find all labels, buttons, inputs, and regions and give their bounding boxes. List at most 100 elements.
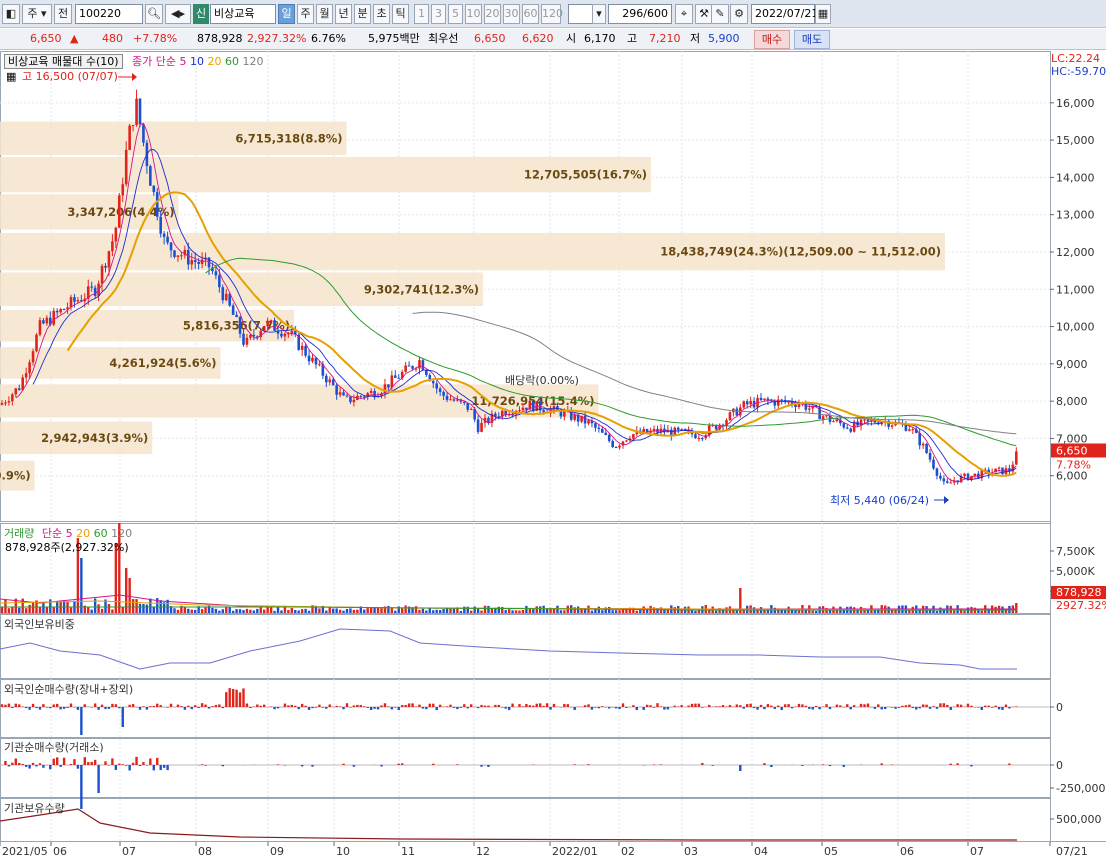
candle-body [763, 399, 766, 400]
foreign-net-bar [398, 707, 400, 710]
interval-button-10[interactable]: 10 [465, 4, 482, 24]
candle-body [118, 195, 121, 227]
volume-bar [601, 610, 603, 613]
trade-amount: 5,975백만 [368, 29, 420, 49]
settings-gear-icon[interactable]: ⚙ [730, 4, 748, 24]
interval-button-5[interactable]: 5 [448, 4, 463, 24]
foreign-net-bar [118, 707, 120, 708]
volume-bar [218, 611, 220, 613]
candle-body [598, 428, 601, 429]
foreign-net-bar [56, 704, 58, 707]
foreign-net-bar [484, 706, 486, 707]
foreign-net-bar [760, 705, 762, 707]
volume-bar [91, 610, 93, 613]
inst-net-bar [118, 764, 120, 765]
prev-next-stock-icon[interactable]: ◀▸ [165, 4, 191, 24]
volume-bar [618, 610, 620, 613]
volume-bar [122, 608, 124, 613]
inst-net-bar [84, 757, 86, 765]
date-field[interactable]: 2022/07/21 [751, 4, 815, 24]
period-tab-5[interactable]: 초 [373, 4, 390, 24]
inst-net-bar [163, 765, 165, 768]
foreign-net-bar [660, 706, 662, 707]
quote-bar: 6,650 ▲ 480 +7.78% 878,928 2,927.32% 6.7… [0, 29, 1106, 50]
buy-button[interactable]: 매수 [754, 30, 790, 49]
crosshair-icon[interactable]: ⌖ [675, 4, 693, 24]
foreign-net-bar [825, 704, 827, 707]
volume-bar [25, 608, 27, 613]
volume-bar [301, 609, 303, 613]
foreign-net-bar [532, 706, 534, 707]
volume-bar [87, 607, 89, 613]
search-icon[interactable]: 🔍︎ [145, 4, 163, 24]
period-tab-0[interactable]: 일 [278, 4, 295, 24]
volume-bar [377, 608, 379, 613]
inst-net-bar [204, 765, 206, 766]
volume-bar [963, 611, 965, 613]
foreign-net-bar [553, 704, 555, 707]
foreign-net-bar [187, 706, 189, 707]
candle-body [28, 362, 31, 373]
candle-body [222, 287, 225, 300]
foreign-net-bar [42, 704, 44, 707]
interval-button-1[interactable]: 1 [414, 4, 429, 24]
interval-button-30[interactable]: 30 [503, 4, 520, 24]
market-type-select[interactable]: 주 ▾ [22, 4, 52, 24]
inst-net-bar [284, 765, 286, 766]
volume-bar [128, 578, 130, 613]
foreign-net-bar [691, 704, 693, 707]
foreign-net-bar [63, 707, 65, 709]
foreign-net-bar [146, 707, 148, 710]
foreign-net-bar [470, 704, 472, 707]
candle-body [291, 331, 294, 333]
period-tab-3[interactable]: 년 [335, 4, 352, 24]
foreign-net-bar [460, 707, 462, 708]
candle-body [108, 251, 111, 267]
foreign-net-bar [770, 706, 772, 707]
foreign-net-bar [70, 704, 72, 707]
foreign-net-bar [446, 706, 448, 707]
interval-button-120[interactable]: 120 [541, 4, 561, 24]
foreign-net-bar [294, 706, 296, 707]
volume-bar [525, 606, 527, 613]
volume-bar [298, 611, 300, 613]
inst-net-bar [125, 765, 127, 766]
interval-button-3[interactable]: 3 [431, 4, 446, 24]
volume-profile-label-3: 18,438,749(24.3%)(12,509.00 ~ 11,512.00) [660, 245, 941, 259]
interval-button-60[interactable]: 60 [522, 4, 539, 24]
inst-net-panel-title: 기관순매수량(거래소) [4, 739, 104, 755]
inst-net-bar [712, 765, 714, 766]
inst-net-bar [49, 765, 51, 769]
chevron-down-icon[interactable]: ▾ [592, 4, 606, 24]
market-type2-button[interactable]: 전 [54, 4, 72, 24]
data-count-field[interactable]: 296/600 [608, 4, 672, 24]
period-tab-4[interactable]: 분 [354, 4, 371, 24]
inst-net-bar [456, 764, 458, 765]
foreign-net-bar [222, 707, 224, 708]
inst-net-bar [53, 759, 55, 765]
period-tab-2[interactable]: 월 [316, 4, 333, 24]
window-menu-icon[interactable]: ◧ [2, 4, 20, 24]
period-tab-1[interactable]: 주 [297, 4, 314, 24]
stock-code-input[interactable]: 100220 [75, 4, 143, 24]
sell-button[interactable]: 매도 [794, 30, 830, 49]
volume-bar [546, 609, 548, 613]
volume-bar [42, 603, 44, 613]
stock-name-field[interactable]: 비상교육 [210, 4, 276, 24]
period-tab-6[interactable]: 틱 [392, 4, 409, 24]
interval-button-20[interactable]: 20 [484, 4, 501, 24]
foreign-net-bar [32, 704, 34, 707]
volume-bar [449, 608, 451, 613]
candle-body [736, 409, 739, 416]
chart-settings-icon[interactable]: ▦ [6, 70, 16, 83]
volume-bar [39, 607, 41, 613]
foreign-net-bar [767, 704, 769, 707]
inst-net-bar [156, 758, 158, 765]
chart-area[interactable]: 16,00015,00014,00013,00012,00011,00010,0… [0, 51, 1106, 858]
foreign-net-bar [101, 705, 103, 707]
draw-icon[interactable]: ✎ [711, 4, 729, 24]
volume-profile-title[interactable]: 비상교육 매물대 수(10) [4, 54, 123, 69]
stock-chart[interactable]: 16,00015,00014,00013,00012,00011,00010,0… [0, 51, 1106, 858]
foreign-net-bar [898, 707, 900, 708]
calendar-icon[interactable]: ▦ [815, 4, 831, 24]
